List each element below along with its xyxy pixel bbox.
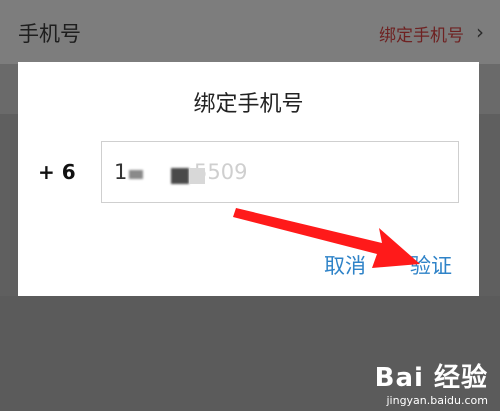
watermark: Bai 经验 jingyan.baidu.com (375, 357, 488, 407)
watermark-logo: Bai 经验 (374, 363, 488, 393)
arrow-icon (233, 208, 420, 268)
watermark-url: jingyan.baidu.com (386, 394, 488, 407)
